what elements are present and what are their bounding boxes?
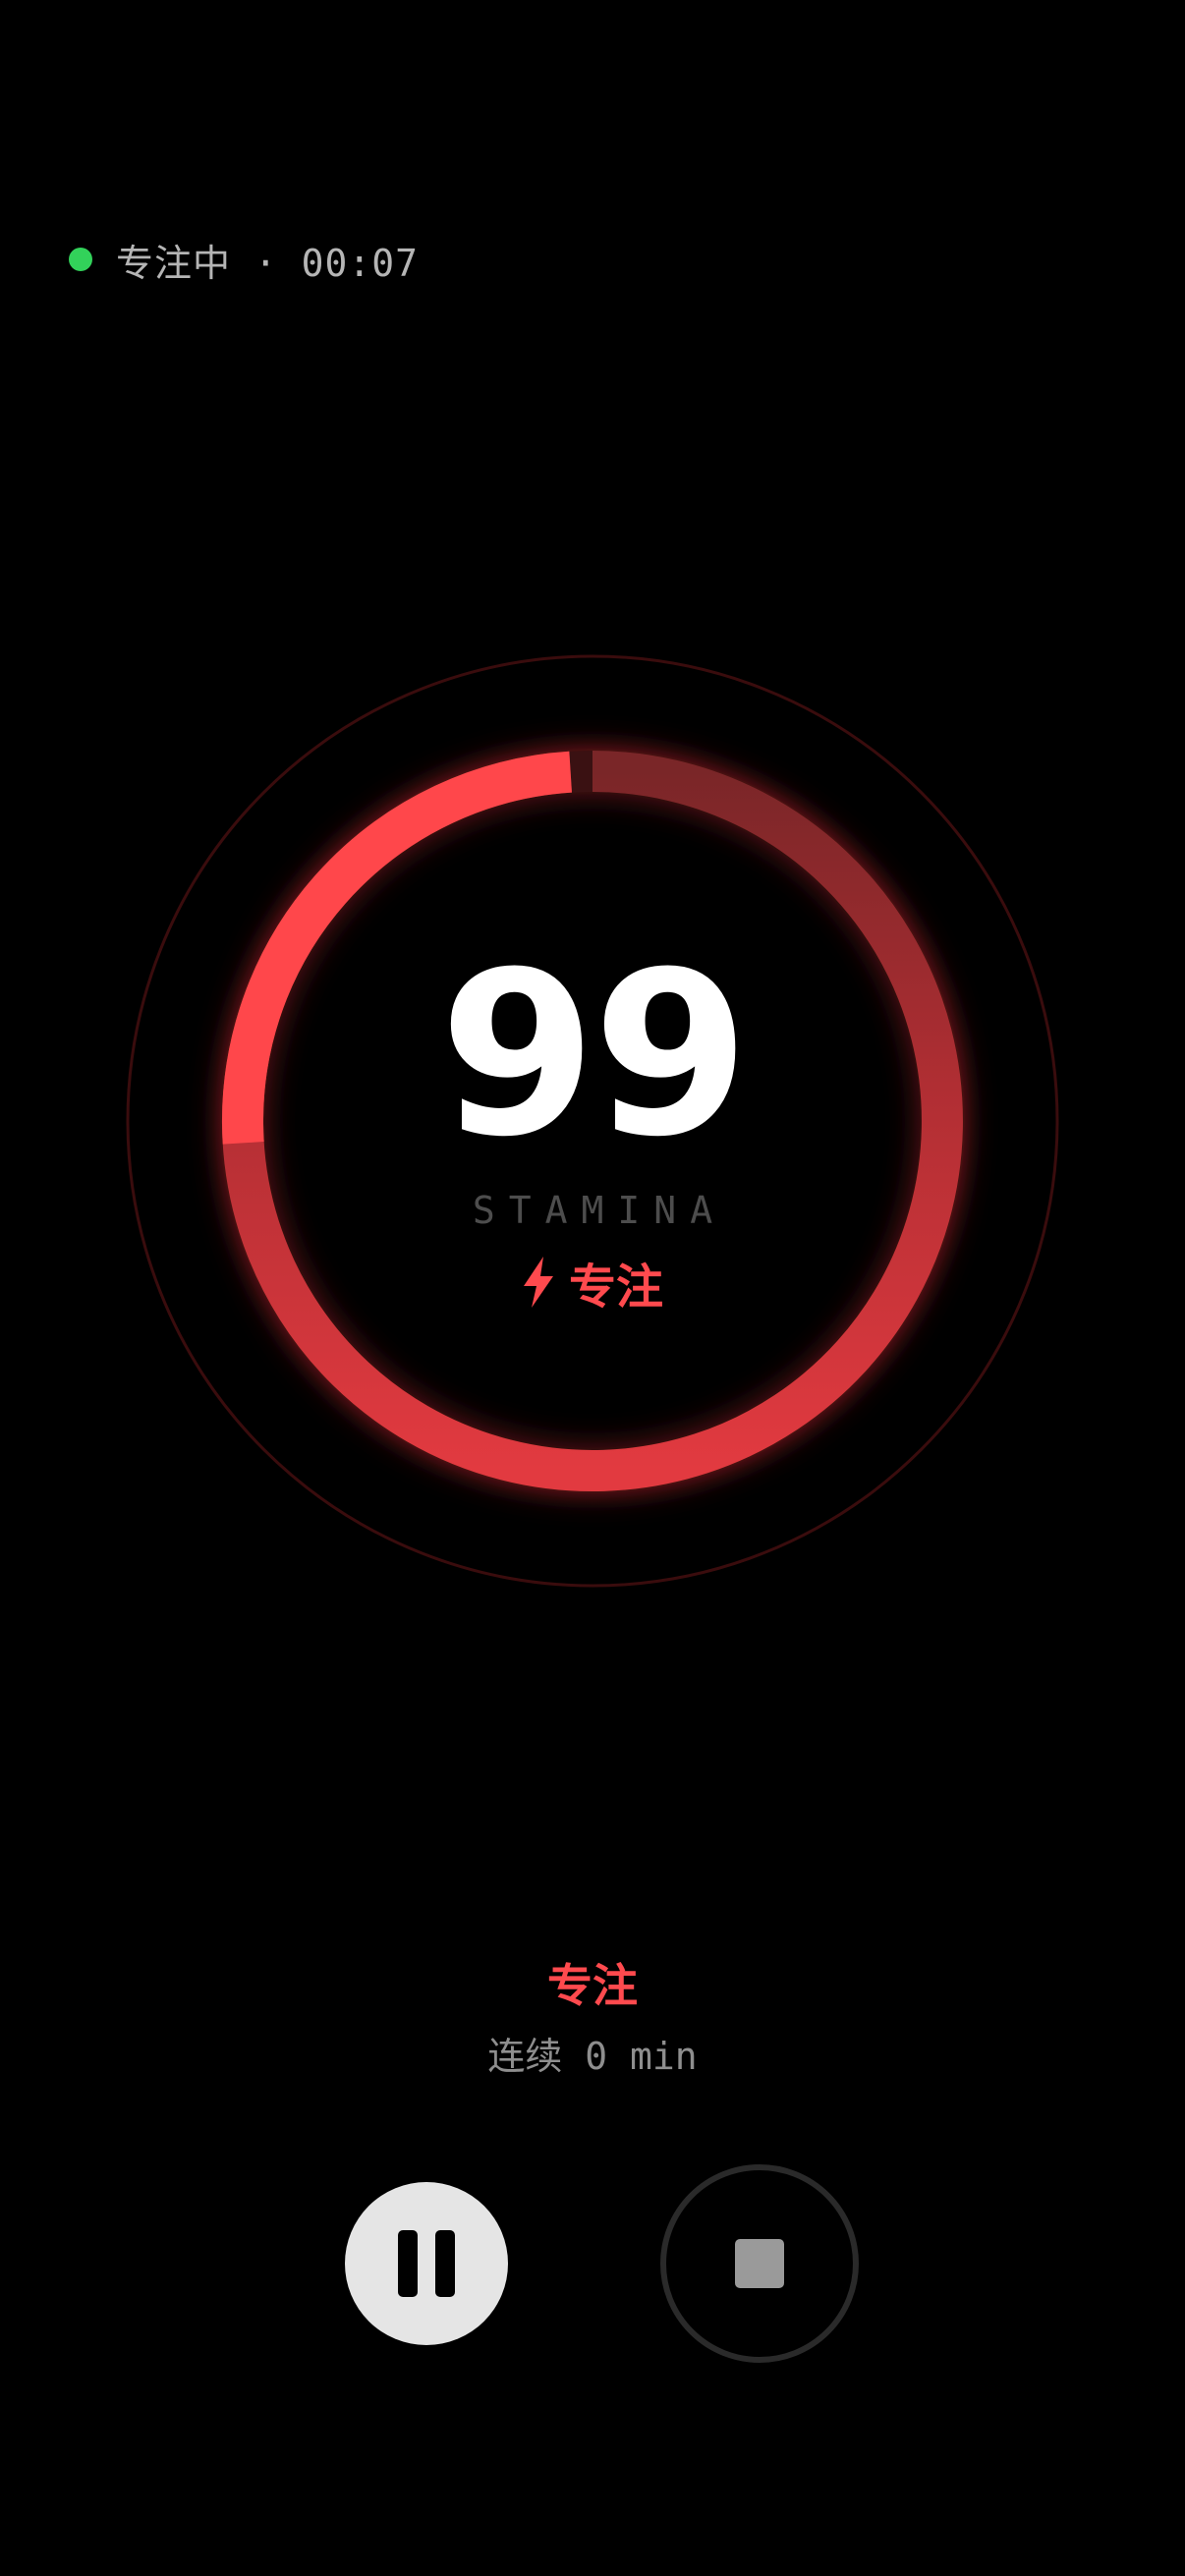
stamina-label: STAMINA	[472, 1189, 727, 1232]
stop-button[interactable]	[660, 2164, 859, 2363]
mode-badge-label: 专注	[568, 1260, 663, 1315]
streak-duration: 连续 0 min	[487, 2035, 698, 2078]
stop-icon	[735, 2239, 784, 2288]
mode-title: 专注	[547, 1959, 638, 2012]
pause-button[interactable]	[345, 2182, 508, 2345]
lightning-bolt-icon	[522, 1257, 555, 1308]
pause-icon	[398, 2230, 418, 2297]
stamina-score: 99	[438, 924, 750, 1187]
pause-icon-bar	[435, 2230, 455, 2297]
mode-badge: 专注	[0, 1248, 1185, 1316]
